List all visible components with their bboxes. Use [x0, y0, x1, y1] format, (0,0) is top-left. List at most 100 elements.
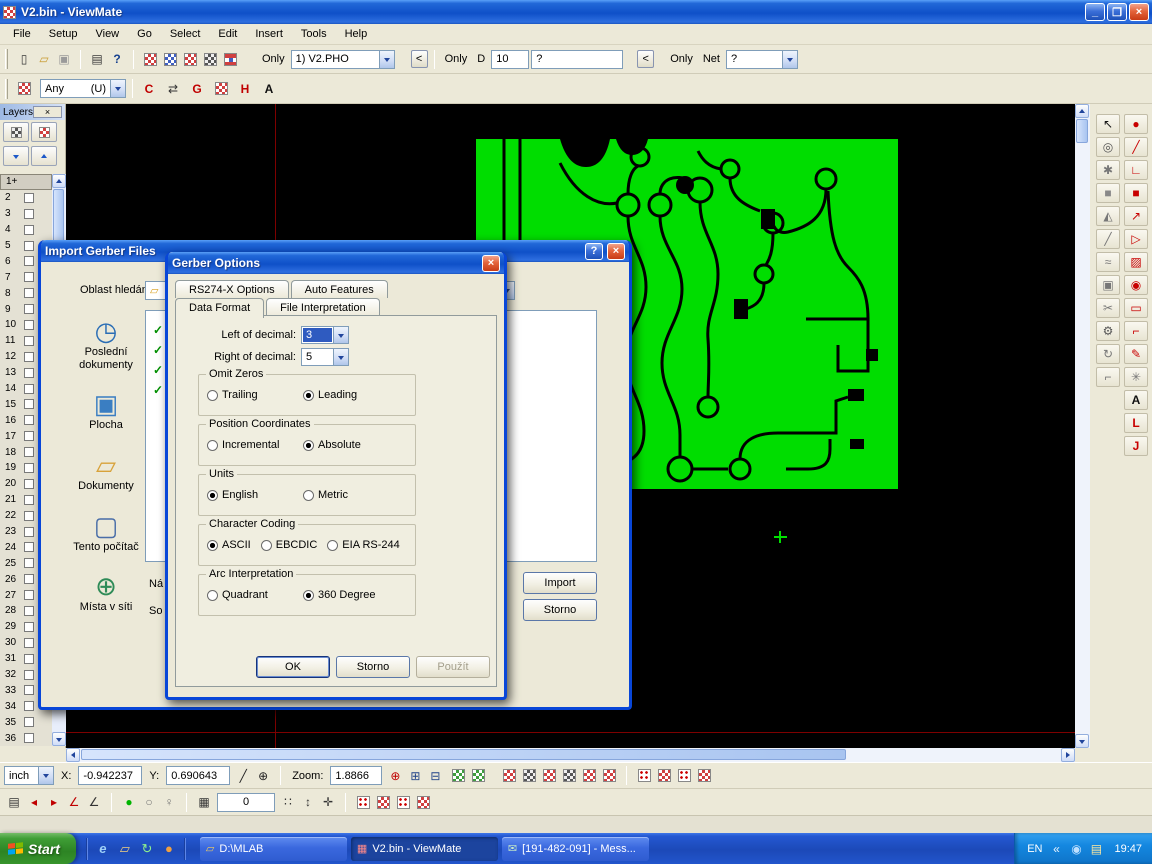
grid-display-icon[interactable]	[448, 766, 468, 785]
taskbar-task-d-mlab[interactable]: ▱D:\MLAB	[200, 837, 347, 861]
print-icon[interactable]: ▤	[87, 50, 107, 69]
rotate-icon[interactable]: ↻	[1096, 344, 1120, 364]
balloon-marker-icon[interactable]: ♀	[159, 793, 179, 812]
view-fill-icon[interactable]	[579, 766, 599, 785]
context-help-icon[interactable]: ?	[107, 50, 127, 69]
layer-color-box[interactable]	[24, 701, 34, 711]
letter-g-tool-icon[interactable]: G	[187, 79, 207, 98]
layer-color-box[interactable]	[24, 717, 34, 727]
scroll-thumb[interactable]	[1076, 119, 1088, 143]
radio-360-degree[interactable]: 360 Degree	[303, 589, 389, 601]
spark-icon[interactable]: ✱	[1096, 160, 1120, 180]
x-coordinate-field[interactable]: -0.942237	[78, 766, 142, 785]
menu-file[interactable]: File	[4, 26, 40, 42]
layer-row-36[interactable]: 36	[0, 730, 52, 746]
chevron-down-icon[interactable]	[333, 349, 348, 365]
scroll-down-icon[interactable]	[52, 732, 66, 746]
radio-circle[interactable]	[303, 490, 314, 501]
zoom-field[interactable]: 1.8866	[330, 766, 382, 785]
layer-color-box[interactable]	[24, 225, 34, 235]
layer-row-1[interactable]: 1+	[0, 174, 52, 190]
letter-a-tool-icon[interactable]: A	[259, 79, 279, 98]
mirror-triangle-icon[interactable]: ◭	[1096, 206, 1120, 226]
layer-color-box[interactable]	[24, 288, 34, 298]
import-button[interactable]: Import	[523, 572, 597, 594]
horizontal-scrollbar[interactable]	[66, 748, 1075, 762]
layer-color-box[interactable]	[24, 256, 34, 266]
layer-color-box[interactable]	[24, 431, 34, 441]
menu-view[interactable]: View	[86, 26, 128, 42]
clock[interactable]: 19:47	[1110, 843, 1142, 855]
layer-color-box[interactable]	[24, 209, 34, 219]
layer-color-box[interactable]	[24, 685, 34, 695]
layer-color-box[interactable]	[24, 495, 34, 505]
aperture-list-icon[interactable]	[160, 50, 180, 69]
taskbar-task-v2-bin-viewmate[interactable]: ▦V2.bin - ViewMate	[351, 837, 498, 861]
menu-insert[interactable]: Insert	[246, 26, 292, 42]
layer-color-box[interactable]	[24, 574, 34, 584]
pad-mode-2-icon[interactable]	[373, 793, 393, 812]
menu-tools[interactable]: Tools	[292, 26, 336, 42]
triangle-tool-icon[interactable]: ▷	[1124, 229, 1148, 249]
slash-icon[interactable]: ╱	[1096, 229, 1120, 249]
corner-bracket-icon[interactable]: ⌐	[1096, 367, 1120, 387]
network-orb-icon[interactable]: ◉	[1068, 841, 1084, 857]
radio-quadrant[interactable]: Quadrant	[207, 589, 293, 601]
view-solid-icon[interactable]	[654, 766, 674, 785]
dcode-pattern-icon[interactable]	[14, 79, 34, 98]
place-tento-po-ta[interactable]: ▢Tento počítač	[67, 513, 145, 554]
prev-dcode-button[interactable]: <	[637, 50, 654, 68]
radio-circle[interactable]	[207, 490, 218, 501]
layer-color-box[interactable]	[24, 272, 34, 282]
radio-circle[interactable]	[303, 440, 314, 451]
outline-rect-tool-icon[interactable]: ▭	[1124, 298, 1148, 318]
measure-line-icon[interactable]: ╱	[233, 766, 253, 785]
place-posledn-dokumenty[interactable]: ◷Poslední dokumenty	[67, 318, 145, 371]
view-draw-icon[interactable]	[559, 766, 579, 785]
layer-color-box[interactable]	[24, 733, 34, 743]
storno-button[interactable]: Storno	[336, 656, 410, 678]
toolbar-grip[interactable]	[5, 49, 8, 69]
grid-table-icon[interactable]: ▦	[194, 793, 214, 812]
place-m-sta-v-s-ti[interactable]: ⊕Místa v síti	[67, 573, 145, 614]
refresh-green-icon[interactable]: ↻	[138, 840, 156, 858]
ok-button[interactable]: OK	[256, 656, 330, 678]
select-cursor-icon[interactable]: ↖	[1096, 114, 1120, 134]
view-negative-icon[interactable]	[674, 766, 694, 785]
prev-layer-button[interactable]: <	[411, 50, 428, 68]
menu-select[interactable]: Select	[161, 26, 210, 42]
menu-setup[interactable]: Setup	[40, 26, 87, 42]
firefox-icon[interactable]: ●	[160, 840, 178, 858]
radio-circle[interactable]	[207, 590, 218, 601]
pad-mode-1-icon[interactable]	[353, 793, 373, 812]
scroll-down-icon[interactable]	[1075, 734, 1089, 748]
view-pads-icon[interactable]	[499, 766, 519, 785]
line-tool-icon[interactable]: ╱	[1124, 137, 1148, 157]
center-origin-icon[interactable]: ⊕	[253, 766, 273, 785]
minimize-button[interactable]: _	[1085, 3, 1105, 21]
layer-row-35[interactable]: 35	[0, 714, 52, 730]
chevron-down-icon[interactable]	[379, 51, 394, 68]
radio-circle[interactable]	[303, 590, 314, 601]
unit-combo[interactable]: inch	[4, 766, 54, 785]
pad-mode-3-icon[interactable]	[393, 793, 413, 812]
layer-color-box[interactable]	[24, 527, 34, 537]
chevron-down-icon[interactable]	[782, 51, 797, 68]
restore-button[interactable]: ❐	[1107, 3, 1127, 21]
board-overview-icon[interactable]	[220, 50, 240, 69]
layers-panel-header[interactable]: Layers ×	[0, 104, 65, 120]
zoom-in-icon[interactable]: ⊕	[385, 766, 405, 785]
radio-incremental[interactable]: Incremental	[207, 439, 293, 451]
left-of-decimal-combo[interactable]: 3	[301, 326, 349, 344]
layer-row-3[interactable]: 3	[0, 206, 52, 222]
layer-color-box[interactable]	[24, 670, 34, 680]
folder-search-icon[interactable]: ▱	[116, 840, 134, 858]
only-net-label[interactable]: Only	[666, 53, 697, 65]
rectangle-tool-icon[interactable]: ■	[1124, 183, 1148, 203]
radio-circle[interactable]	[261, 540, 272, 551]
radio-absolute[interactable]: Absolute	[303, 439, 389, 451]
layer-color-box[interactable]	[24, 368, 34, 378]
radio-english[interactable]: English	[207, 489, 293, 501]
save-file-icon[interactable]: ▣	[54, 50, 74, 69]
grid-snap-icon[interactable]	[468, 766, 488, 785]
